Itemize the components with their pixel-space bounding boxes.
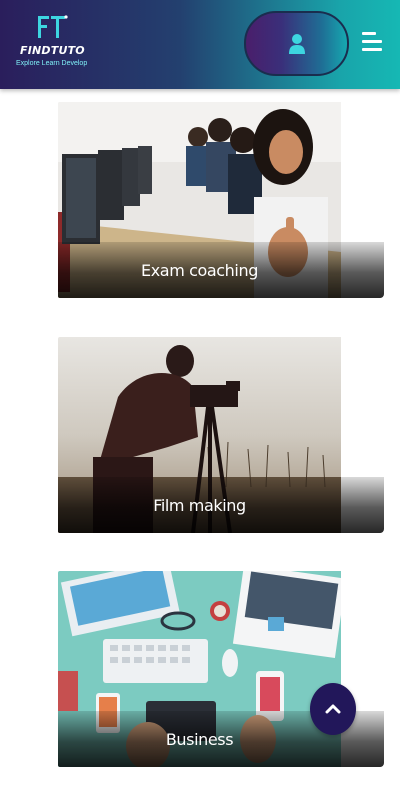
brand-logo[interactable]: FINDTUTO Explore Learn Develop [16,14,87,72]
menu-bar [362,32,376,35]
course-card-exam-coaching[interactable]: Exam coaching [58,102,384,298]
back-to-top-button[interactable] [310,683,356,735]
course-card-business[interactable]: Business [58,571,384,767]
logo-tagline: Explore Learn Develop [16,60,88,67]
app-header: FINDTUTO Explore Learn Develop [0,0,400,89]
user-icon [288,33,305,54]
logo-mark-icon [38,15,68,38]
course-card-label: Film making [153,496,246,515]
logo-name: FINDTUTO [20,44,85,57]
menu-bar [362,40,382,43]
hamburger-menu-icon[interactable] [362,32,382,54]
chevron-up-icon [325,704,341,714]
course-card-label: Business [165,730,234,749]
course-card-label: Exam coaching [141,261,258,280]
menu-bar [362,48,382,51]
course-card-film-making[interactable]: Film making [58,337,384,533]
user-account-button[interactable] [244,11,349,76]
